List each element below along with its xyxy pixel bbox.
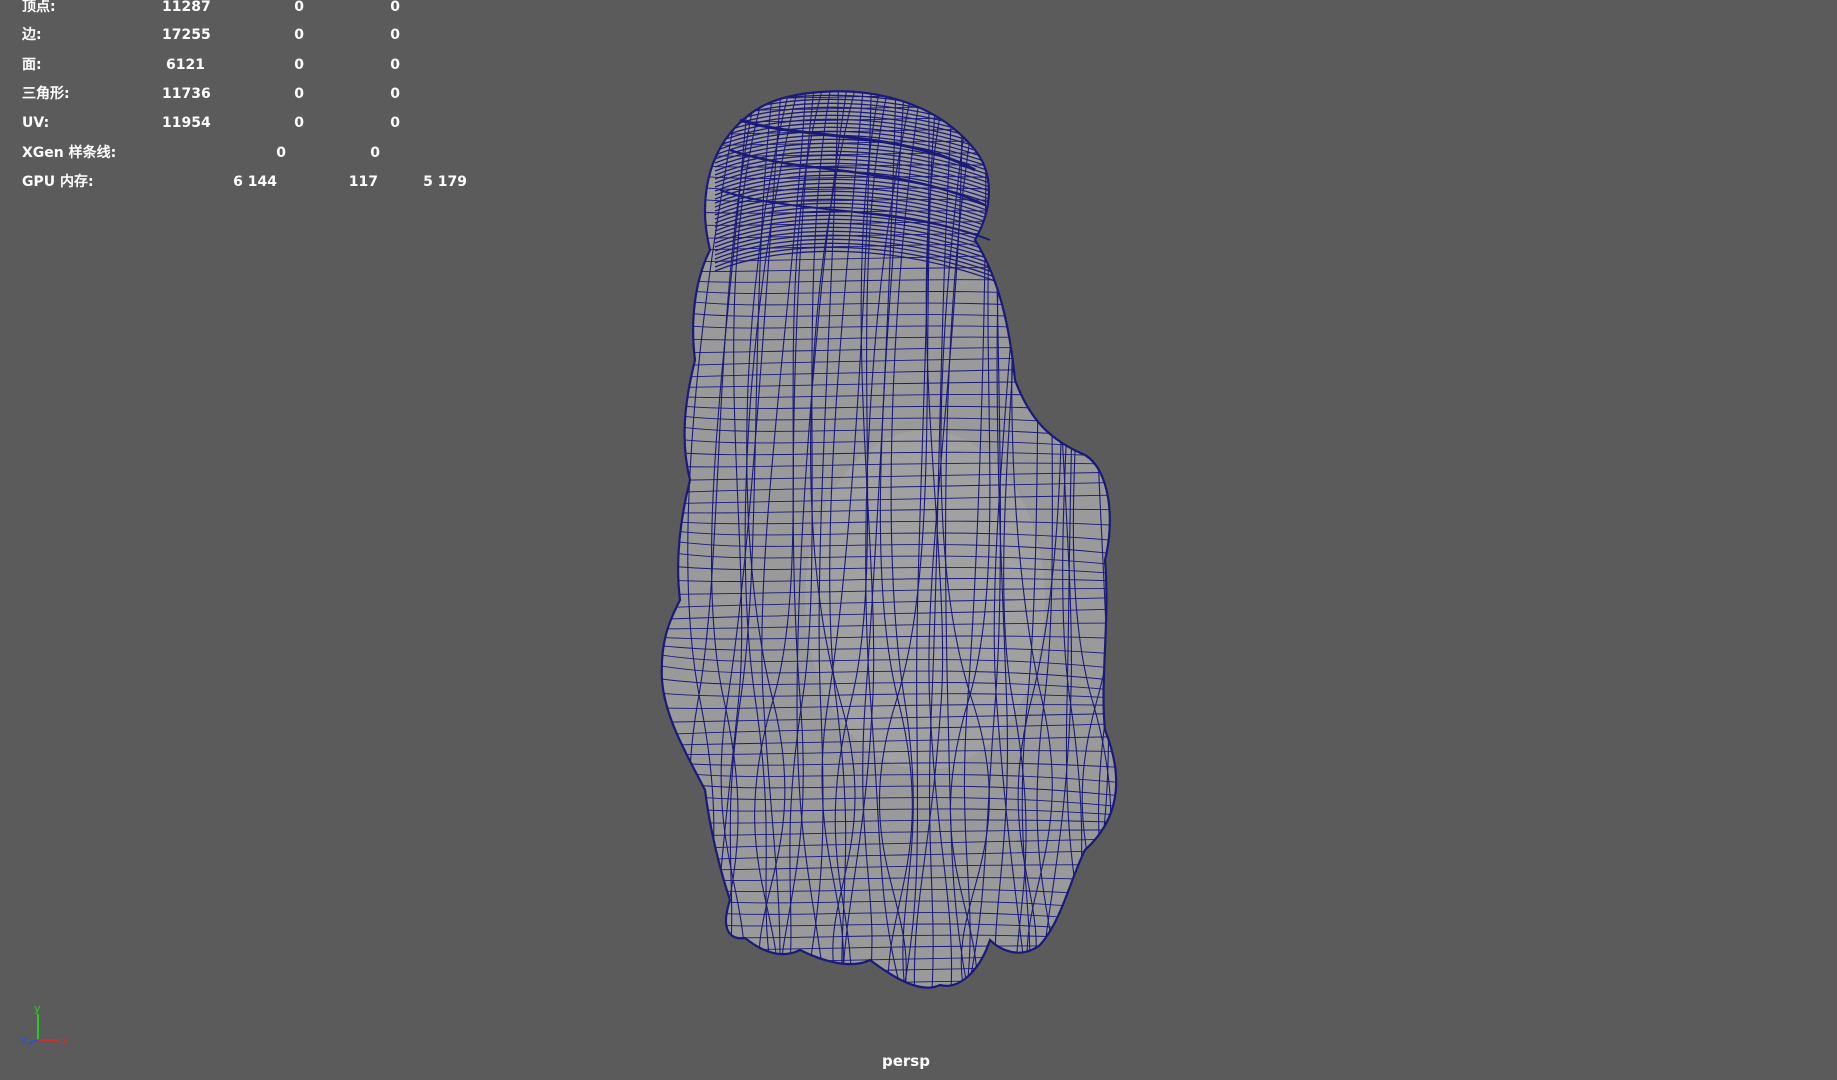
hud-value: 5 179 (423, 174, 467, 190)
hud-row: 三角形: 11736 0 0 (22, 85, 492, 103)
axis-gizmo: y x z (21, 1002, 69, 1047)
hud-label: 三角形: (22, 86, 70, 102)
axis-x-label: x (62, 1034, 69, 1047)
hud-value: 0 (390, 115, 400, 131)
wire-strand (1113, 91, 1117, 988)
hud-value: 0 (294, 115, 304, 131)
hud-row: 面: 6121 0 0 (22, 56, 492, 74)
poly-count-hud: 顶点: 11287 0 0 边: 17255 0 0 面: 6121 0 0 三角形: 11736 0 0 UV… (0, 0, 480, 200)
axis-y-label: y (34, 1002, 41, 1015)
hud-label: 顶点: (22, 0, 56, 15)
hud-label: GPU 内存: (22, 174, 94, 190)
hud-value: 0 (390, 57, 400, 73)
camera-name-label: persp (882, 1052, 930, 1070)
hud-row: 顶点: 11287 0 0 (22, 0, 492, 16)
hud-value: 0 (390, 0, 400, 15)
wire-loop (661, 977, 1117, 988)
hud-label: XGen 样条线: (22, 145, 117, 161)
hud-row: XGen 样条线: 0 0 (22, 144, 492, 162)
3d-viewport[interactable]: 顶点: 11287 0 0 边: 17255 0 0 面: 6121 0 0 三角形: 11736 0 0 UV… (0, 0, 1837, 1080)
hud-label: 边: (22, 27, 42, 43)
hud-value: 0 (294, 86, 304, 102)
axis-z-label: z (21, 1034, 27, 1047)
hud-value: 0 (294, 27, 304, 43)
hud-row: GPU 内存: 6 144 117 5 179 (22, 173, 492, 191)
hud-row: 边: 17255 0 0 (22, 26, 492, 44)
hud-value: 0 (276, 145, 286, 161)
hud-value: 0 (294, 0, 304, 15)
hud-row: UV: 11954 0 0 (22, 114, 492, 132)
hud-value: 117 (348, 174, 378, 190)
hud-value: 0 (390, 86, 400, 102)
hud-label: UV: (22, 115, 50, 131)
hud-value: 0 (370, 145, 380, 161)
hud-value: 11736 (162, 86, 211, 102)
hud-value: 0 (294, 57, 304, 73)
hud-label: 面: (22, 57, 42, 73)
hud-value: 17255 (162, 27, 211, 43)
hud-value: 6 144 (233, 174, 277, 190)
hud-value: 6121 (166, 57, 205, 73)
hud-value: 11954 (162, 115, 211, 131)
hud-value: 0 (390, 27, 400, 43)
hud-value: 11287 (162, 0, 211, 15)
